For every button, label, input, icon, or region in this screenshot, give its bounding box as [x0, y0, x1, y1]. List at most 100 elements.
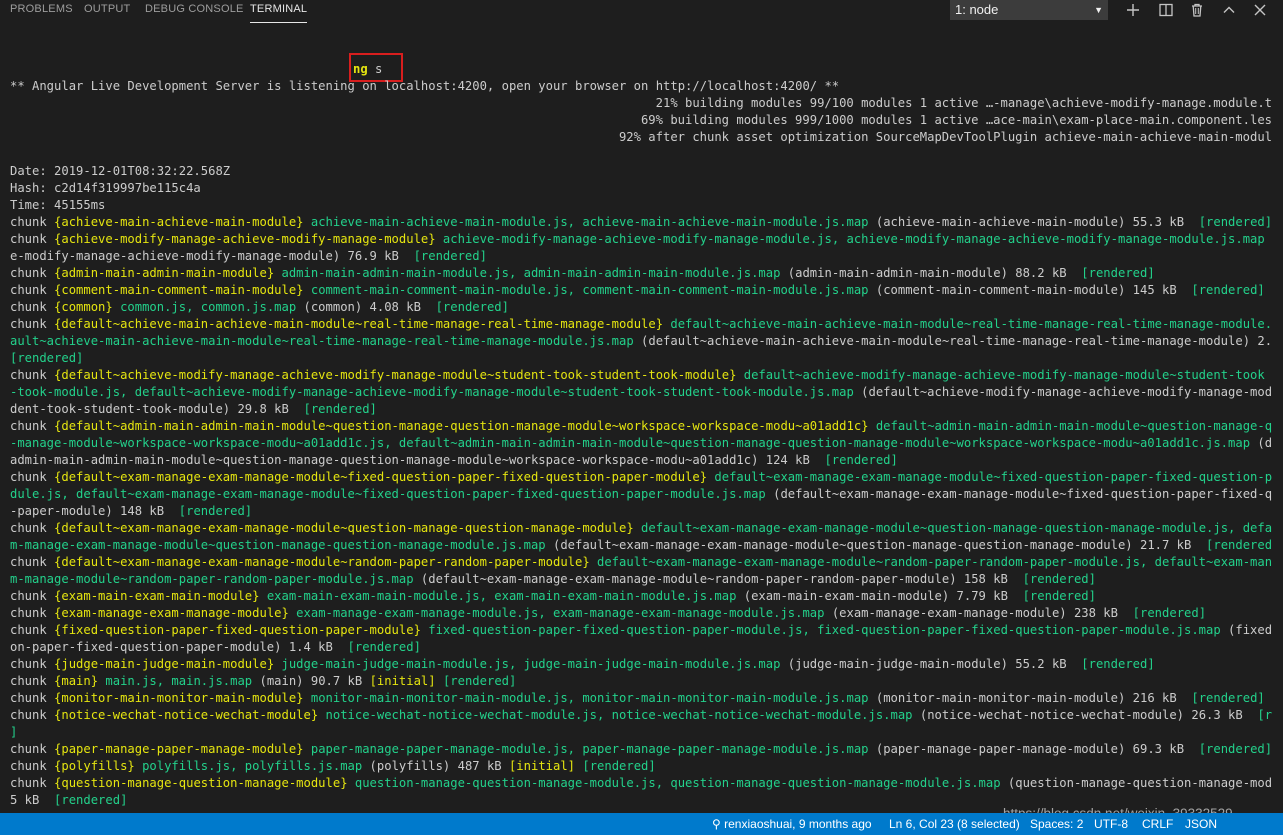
close-icon[interactable] — [1250, 0, 1270, 20]
plus-icon[interactable] — [1123, 0, 1143, 20]
terminal-text-segment: Date: 2019-12-01T08:32:22.568Z — [10, 164, 231, 178]
terminal-text-segment: (judge-main-judge-main-module) 55.2 kB — [780, 657, 1082, 671]
terminal-text-segment: [rendered] — [1132, 606, 1207, 620]
terminal-line: chunk {judge-main-judge-main-module} jud… — [10, 656, 1272, 673]
terminal-line: m-manage-exam-manage-module~question-man… — [10, 537, 1272, 554]
terminal-text-segment: {achieve-modify-manage-achieve-modify-ma… — [54, 232, 436, 246]
terminal-text-segment: (default~exam-manage-exam-manage-module~… — [765, 487, 1272, 501]
terminal-line: chunk {default~exam-manage-exam-manage-m… — [10, 554, 1272, 571]
terminal-text-segment: (default~achieve-main-achieve-main-modul… — [633, 334, 1272, 348]
terminal-line: 69% building modules 999/1000 modules 1 … — [10, 112, 1272, 129]
terminal-text-segment: comment-main-comment-main-module.js, com… — [303, 283, 869, 297]
line-ending[interactable]: CRLF — [1142, 817, 1173, 831]
terminal-line: on-paper-fixed-question-paper-module) 1.… — [10, 639, 1272, 656]
terminal-text-segment: ault~achieve-main-achieve-main-module~re… — [10, 334, 634, 348]
terminal-text-segment: [rendered] — [1022, 589, 1096, 603]
terminal-line: chunk {paper-manage-paper-manage-module}… — [10, 741, 1272, 758]
terminal-line: chunk {polyfills} polyfills.js, polyfill… — [10, 758, 1272, 775]
terminal-text-segment: (achieve-main-achieve-main-module) 55.3 … — [868, 215, 1199, 229]
terminal-text-segment: (exam-main-exam-main-module) 7.79 kB — [736, 589, 1023, 603]
terminal-text-segment: [rendered] — [178, 504, 253, 518]
terminal-text-segment: default~achieve-modify-manage-achieve-mo… — [736, 368, 1265, 382]
terminal-text-segment: admin-main-admin-main-module.js, admin-m… — [274, 266, 781, 280]
split-icon[interactable] — [1156, 0, 1176, 20]
terminal-text-segment: {exam-manage-exam-manage-module} — [54, 606, 289, 620]
terminal-text-segment: [rendered] — [303, 402, 377, 416]
terminal-text-segment: (polyfills) 487 kB — [362, 759, 509, 773]
terminal-line: chunk {exam-main-exam-main-module} exam-… — [10, 588, 1272, 605]
terminal-line: -paper-module) 148 kB [rendered] — [10, 503, 1272, 520]
terminal-text-segment: (default~ — [1257, 436, 1272, 450]
terminal-text-segment: {question-manage-question-manage-module} — [54, 776, 348, 790]
terminal-select[interactable]: 1: node ▼ — [950, 0, 1108, 20]
git-blame-item[interactable]: ⚲ renxiaoshuai, 9 months ago — [712, 817, 872, 831]
terminal-text-segment: achieve-main-achieve-main-module.js, ach… — [303, 215, 869, 229]
terminal-text-segment: {default~exam-manage-exam-manage-module~… — [54, 470, 708, 484]
terminal-text-segment: judge-main-judge-main-module.js, judge-m… — [274, 657, 781, 671]
terminal-line: Hash: c2d14f319997be115c4a — [10, 180, 1272, 197]
terminal-line: 92% after chunk asset optimization Sourc… — [10, 129, 1272, 146]
terminal-text-segment: achieve-modify-manage-achieve-modify-man… — [435, 232, 1265, 246]
terminal-text-segment: (admin-main-admin-main-module) 88.2 kB — [780, 266, 1082, 280]
terminal-text-segment: [rendered] — [582, 759, 656, 773]
terminal-text-segment: default~exam-manage-exam-manage-module~q… — [633, 521, 1272, 535]
trash-icon[interactable] — [1187, 0, 1207, 20]
terminal-line: chunk {default~achieve-main-achieve-main… — [10, 316, 1272, 333]
terminal-line: ] — [10, 724, 1272, 741]
terminal-text-segment: chunk — [10, 589, 55, 603]
terminal-text-segment: {main} — [54, 674, 99, 688]
terminal-line: chunk {default~exam-manage-exam-manage-m… — [10, 520, 1272, 537]
terminal-text-segment: [rendered — [1257, 708, 1272, 722]
terminal-text-segment: {fixed-question-paper-fixed-question-pap… — [54, 623, 421, 637]
terminal-text-segment: {default~achieve-modify-manage-achieve-m… — [54, 368, 737, 382]
terminal-text-segment: -took-module.js, default~achieve-modify-… — [10, 385, 854, 399]
terminal-text-segment: [rendered] — [10, 351, 84, 365]
chevron-up-icon[interactable] — [1219, 0, 1239, 20]
terminal-text-segment: (default~exam-manage-exam-manage-module~… — [545, 538, 1207, 552]
terminal-text-segment: chunk — [10, 521, 55, 535]
language-mode[interactable]: JSON — [1185, 817, 1217, 831]
terminal-text-segment: {comment-main-comment-main-module} — [54, 283, 304, 297]
terminal-text-segment: {default~admin-main-admin-main-module~qu… — [54, 419, 869, 433]
terminal-text-segment: [rendered] — [54, 793, 128, 807]
terminal-text-segment: {exam-main-exam-main-module} — [54, 589, 260, 603]
terminal-line: chunk {exam-manage-exam-manage-module} e… — [10, 605, 1272, 622]
terminal-text-segment: chunk — [10, 691, 55, 705]
terminal-text-segment: chunk — [10, 368, 55, 382]
terminal-text-segment: chunk — [10, 266, 55, 280]
terminal-text-segment: dent-took-student-took-module) 29.8 kB — [10, 402, 304, 416]
terminal-text-segment: e-modify-manage-achieve-modify-manage-mo… — [10, 249, 414, 263]
tab-problems[interactable]: PROBLEMS — [10, 3, 73, 15]
terminal-text-segment: [rendered] — [442, 674, 517, 688]
terminal-text-segment: (monitor-main-monitor-main-module) 216 k… — [868, 691, 1192, 705]
terminal-text-segment: (comment-main-comment-main-module) 145 k… — [868, 283, 1192, 297]
terminal-text-segment: chunk — [10, 776, 55, 790]
tab-terminal[interactable]: TERMINAL — [250, 3, 308, 23]
terminal-text-segment: 69% building modules 999/1000 modules 1 … — [640, 113, 1272, 127]
terminal-line: e-modify-manage-achieve-modify-manage-mo… — [10, 248, 1272, 265]
terminal-text-segment: chunk — [10, 300, 55, 314]
cursor-position[interactable]: Ln 6, Col 23 (8 selected) — [889, 817, 1020, 831]
terminal-select-value: 1: node — [955, 2, 999, 17]
terminal-text-segment: (achiev — [1265, 232, 1272, 246]
terminal-text-segment: exam-manage-exam-manage-module.js, exam-… — [288, 606, 825, 620]
terminal-text-segment: m-manage-exam-manage-module~question-man… — [10, 538, 546, 552]
terminal-line: ** Angular Live Development Server is li… — [10, 78, 1272, 95]
terminal-text-segment: [initial] — [508, 759, 576, 773]
terminal-text-segment: [rendered] — [824, 453, 898, 467]
indentation[interactable]: Spaces: 2 — [1030, 817, 1083, 831]
terminal-line: chunk {notice-wechat-notice-wechat-modul… — [10, 707, 1272, 724]
terminal-text-segment: -paper-module) 148 kB — [10, 504, 179, 518]
terminal-text-segment: chunk — [10, 674, 55, 688]
git-commit-icon: ⚲ — [712, 817, 721, 831]
terminal-text-segment: {notice-wechat-notice-wechat-module} — [54, 708, 319, 722]
tab-debug-console[interactable]: DEBUG CONSOLE — [145, 3, 244, 15]
encoding[interactable]: UTF-8 — [1094, 817, 1128, 831]
terminal-text-segment: [rendered] — [1191, 691, 1265, 705]
terminal-line: 21% building modules 99/100 modules 1 ac… — [10, 95, 1272, 112]
terminal-text-segment: default~exam-manage-exam-manage-module~f… — [707, 470, 1272, 484]
terminal-text-segment: [rendered] — [1081, 657, 1155, 671]
terminal-text-segment: notice-wechat-notice-wechat-module.js, n… — [318, 708, 913, 722]
terminal-line: Time: 45155ms — [10, 197, 1272, 214]
tab-output[interactable]: OUTPUT — [84, 3, 130, 15]
